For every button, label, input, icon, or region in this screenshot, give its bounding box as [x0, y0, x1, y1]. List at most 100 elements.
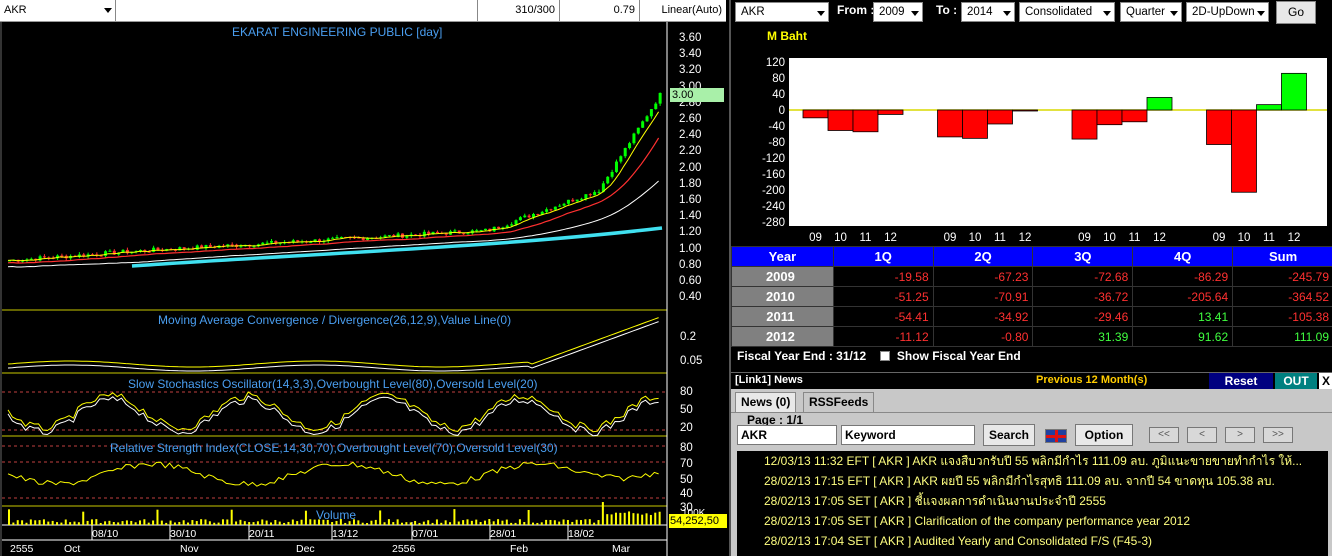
- from-year-dropdown[interactable]: 2009: [873, 2, 923, 22]
- quarter-bar: [1071, 109, 1098, 140]
- news-item[interactable]: 28/02/13 17:05 SET [ AKR ] ชี้แจงผลการดำ…: [737, 491, 1328, 511]
- macd-tick: 0.2: [680, 331, 696, 343]
- volume-bar: [221, 519, 224, 525]
- go-button[interactable]: Go: [1276, 1, 1316, 24]
- nav-prev-button[interactable]: <: [1187, 427, 1217, 443]
- out-button[interactable]: OUT: [1275, 373, 1317, 389]
- from-year-value: 2009: [879, 6, 905, 18]
- show-fiscal-checkbox[interactable]: [879, 351, 890, 361]
- volume-bar: [256, 521, 259, 525]
- candle-body: [527, 215, 531, 218]
- news-symbol-input[interactable]: AKR: [737, 425, 837, 445]
- candle-body: [475, 230, 479, 232]
- chart-canvas: [2, 22, 668, 556]
- candle-body: [335, 237, 339, 239]
- volume-bar: [38, 520, 41, 525]
- column-header: 2Q: [932, 246, 1034, 267]
- candle-body: [641, 121, 645, 128]
- option-button[interactable]: Option: [1075, 424, 1133, 446]
- volume-bar: [283, 522, 286, 525]
- uk-flag-icon[interactable]: [1045, 429, 1067, 443]
- value-cell: -19.58: [832, 266, 934, 287]
- news-item[interactable]: 28/02/13 17:04 SET [ AKR ] Audited Yearl…: [737, 531, 1328, 551]
- volume-bar: [658, 511, 661, 525]
- volume-bar: [414, 520, 417, 525]
- column-header: 4Q: [1132, 246, 1234, 267]
- chevron-down-icon: [911, 11, 919, 16]
- rsi-tick: 70: [680, 458, 693, 470]
- volume-bar: [619, 512, 622, 525]
- scale-mode[interactable]: Linear(Auto): [640, 0, 726, 21]
- volume-bar: [108, 520, 111, 525]
- keyword-input[interactable]: Keyword: [841, 425, 975, 445]
- volume-bar: [21, 520, 24, 525]
- quarter-bar: [1096, 109, 1123, 126]
- volume-bar: [235, 521, 238, 525]
- price-tick: 0.80: [679, 258, 702, 271]
- chart-toolbar: AKR 310/300 0.79 Linear(Auto): [0, 0, 726, 22]
- value-cell: -86.29: [1132, 266, 1234, 287]
- volume-bar: [178, 521, 181, 525]
- tab-rssfeeds[interactable]: RSSFeeds: [803, 392, 875, 412]
- volume-bar: [597, 520, 600, 525]
- volume-bar: [64, 519, 67, 525]
- chevron-down-icon: [817, 11, 825, 16]
- nav-next-button[interactable]: >: [1225, 427, 1255, 443]
- nav-first-button[interactable]: <<: [1149, 427, 1179, 443]
- volume-bar: [287, 521, 290, 525]
- y-tick-label: 120: [766, 57, 785, 69]
- candle-body: [208, 245, 212, 247]
- quarter-bar: [962, 109, 988, 139]
- to-year-dropdown[interactable]: 2014: [961, 2, 1015, 22]
- candle-body: [649, 109, 653, 117]
- candle-body: [593, 192, 597, 196]
- volume-bar: [187, 522, 190, 525]
- volume-bar: [252, 522, 255, 525]
- fin-symbol-dropdown[interactable]: AKR: [735, 2, 829, 22]
- volume-bar: [641, 514, 644, 525]
- volume-bar: [606, 514, 609, 525]
- price-tick: 3.40: [679, 48, 702, 61]
- financial-toolbar: AKR From : 2009 To : 2014 Consolidated Q…: [731, 0, 1332, 26]
- price-tick: 1.60: [679, 194, 702, 206]
- current-price-badge: 3.00: [670, 88, 724, 102]
- column-header: Sum: [1232, 246, 1332, 267]
- value-cell: 13.41: [1132, 306, 1234, 327]
- search-button[interactable]: Search: [983, 424, 1035, 446]
- date-tick: 30/10: [170, 528, 197, 540]
- price-tick: 2.00: [679, 161, 702, 174]
- year-tick-label: 11: [1263, 232, 1275, 244]
- quarter-bar: [1206, 109, 1232, 145]
- macd-title: Moving Average Convergence / Divergence(…: [158, 313, 512, 327]
- volume-bar: [47, 521, 50, 525]
- quarter-bar: [877, 109, 904, 115]
- volume-bar: [25, 522, 28, 525]
- news-item[interactable]: 28/02/13 17:15 EFT [ AKR ] AKR ผยปี 55 พ…: [737, 471, 1328, 491]
- candle-body: [606, 176, 610, 184]
- macd-signal-line: [7, 321, 659, 372]
- volume-bar: [510, 522, 513, 525]
- candle-body: [562, 203, 566, 206]
- volume-bar: [479, 521, 482, 525]
- date-tick: Mar: [612, 543, 631, 555]
- candle-body: [156, 247, 160, 251]
- close-button[interactable]: X: [1319, 373, 1332, 389]
- statement-dropdown[interactable]: Consolidated: [1019, 2, 1115, 22]
- price-tick: 1.20: [679, 226, 702, 239]
- candle-body: [104, 251, 108, 256]
- year-tick-label: 12: [1288, 232, 1301, 244]
- chevron-down-icon: [104, 8, 112, 13]
- chart-area[interactable]: EKARAT ENGINEERING PUBLIC [day] 3.60 3.40…: [0, 22, 727, 556]
- candle-body: [597, 191, 601, 193]
- candle-body: [536, 214, 540, 216]
- tab-news[interactable]: News (0): [735, 392, 797, 412]
- candle-body: [558, 205, 562, 207]
- reset-button[interactable]: Reset: [1209, 373, 1273, 389]
- nav-last-button[interactable]: >>: [1263, 427, 1293, 443]
- news-item[interactable]: 28/02/13 17:05 SET [ AKR ] Clarification…: [737, 511, 1328, 531]
- view-dropdown[interactable]: 2D-UpDown: [1186, 2, 1269, 22]
- news-item[interactable]: 12/03/13 11:32 EFT [ AKR ] AKR แจงสืบวกร…: [737, 451, 1328, 471]
- candle-body: [553, 206, 557, 210]
- period-dropdown[interactable]: Quarter: [1120, 2, 1182, 22]
- symbol-dropdown[interactable]: AKR: [0, 0, 116, 21]
